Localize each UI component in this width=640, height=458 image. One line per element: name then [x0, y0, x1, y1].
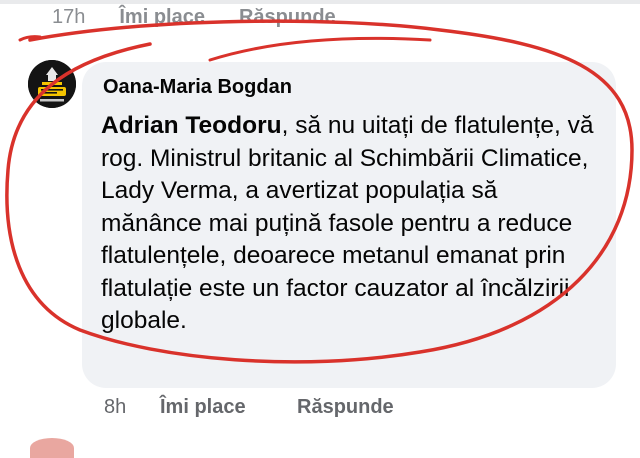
reply-button[interactable]: Răspunde: [297, 396, 394, 419]
next-comment-avatar: [30, 438, 74, 458]
previous-comment-actions: 17h Îmi place Răspunde: [52, 6, 336, 29]
comment-text: Adrian Teodoru, să nu uitați de flatulen…: [101, 110, 601, 338]
previous-like-button[interactable]: Îmi place: [119, 6, 205, 29]
comment-author[interactable]: Oana-Maria Bogdan: [103, 76, 292, 99]
profile-picture-icon: [28, 60, 76, 108]
previous-comment-time: 17h: [52, 6, 86, 28]
comment-actions: 8h Îmi place Răspunde: [104, 396, 394, 419]
previous-comment-edge: [0, 0, 640, 4]
comment-time[interactable]: 8h: [104, 396, 160, 419]
previous-reply-button[interactable]: Răspunde: [239, 6, 336, 29]
mention-link[interactable]: Adrian Teodoru: [101, 112, 282, 139]
comment-body: , să nu uitați de flatulențe, vă rog. Mi…: [101, 112, 594, 334]
avatar[interactable]: [28, 60, 76, 108]
like-button[interactable]: Îmi place: [160, 396, 297, 419]
